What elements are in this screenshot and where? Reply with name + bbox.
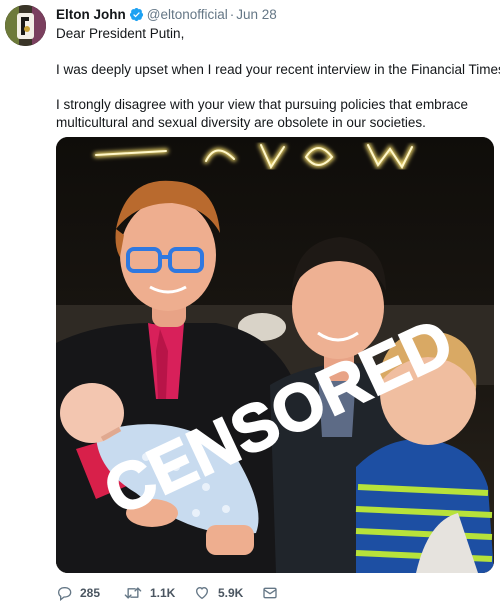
avatar[interactable] (5, 5, 46, 46)
like-count: 5.9K (218, 586, 244, 600)
user-handle[interactable]: @eltonofficial (147, 7, 228, 22)
family-photo: CENSORED (56, 137, 494, 573)
retweet-count: 1.1K (150, 586, 176, 600)
tweet-paragraph-3: I strongly disagree with your view that … (56, 97, 468, 130)
envelope-icon (263, 587, 277, 599)
retweet-button[interactable]: 1.1K (124, 582, 175, 604)
avatar-image (5, 5, 46, 46)
verified-badge-icon (129, 7, 144, 27)
timestamp[interactable]: Jun 28 (236, 7, 277, 22)
tweet-photo[interactable]: CENSORED (56, 137, 494, 573)
tweet-header: Elton John @eltonofficial · Jun 28 (56, 6, 277, 24)
display-name[interactable]: Elton John (56, 7, 126, 22)
reply-count: 285 (80, 586, 101, 600)
tweet-paragraph-1: Dear President Putin, (56, 26, 185, 41)
like-button[interactable]: 5.9K (194, 582, 243, 604)
retweet-icon (124, 587, 142, 599)
separator-dot: · (229, 7, 235, 22)
tweet-paragraph-2: I was deeply upset when I read your rece… (56, 62, 500, 77)
tweet-card: Elton John @eltonofficial · Jun 28 Dear Pre… (0, 0, 500, 608)
direct-message-button[interactable] (262, 582, 286, 604)
heart-icon (195, 586, 209, 600)
reply-button[interactable]: 285 (56, 582, 100, 604)
reply-icon (57, 587, 72, 601)
